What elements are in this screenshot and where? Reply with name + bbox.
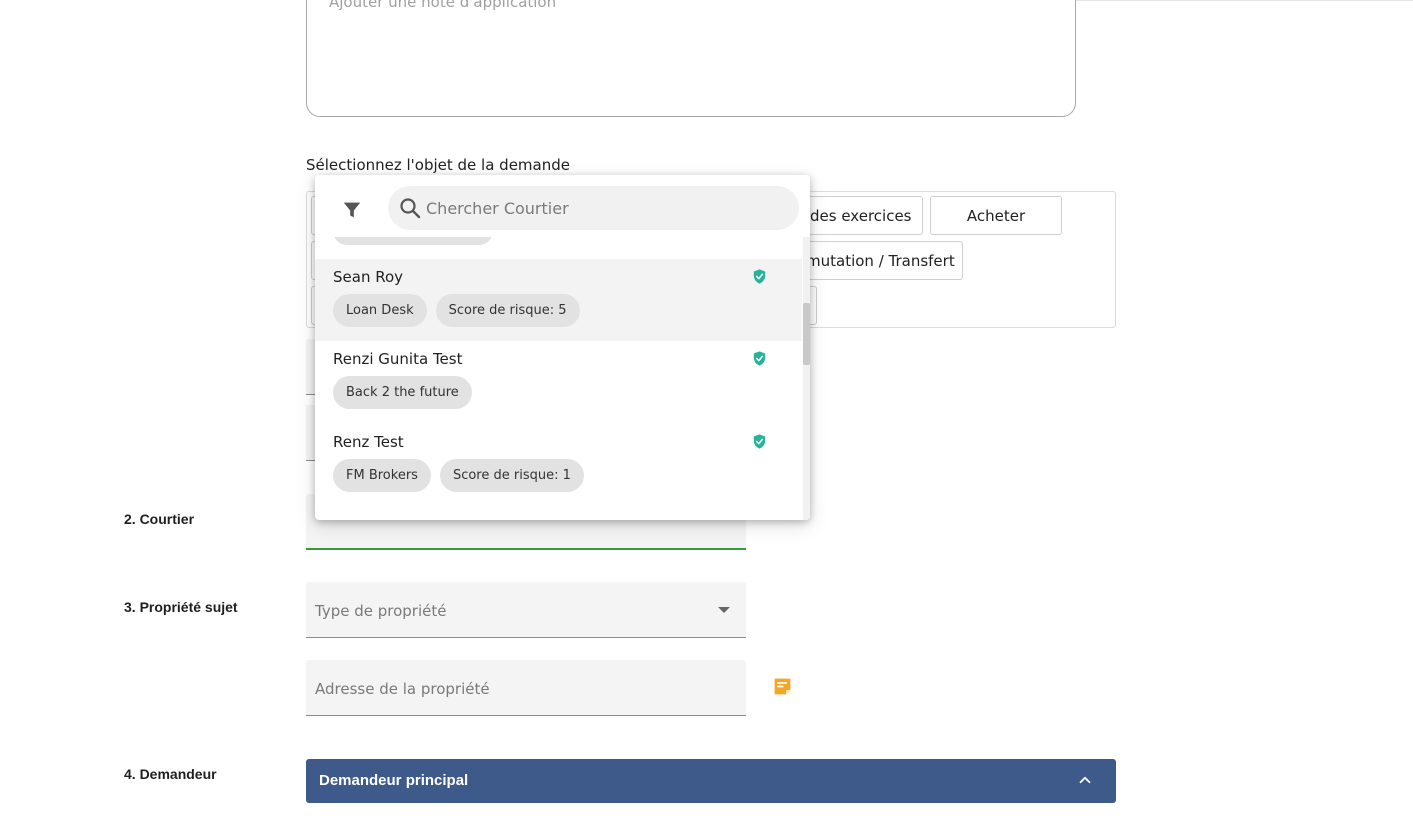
application-note-placeholder: Ajouter une note d'application [329, 0, 557, 11]
section-label-applicant: 4. Demandeur [124, 766, 217, 782]
filter-icon[interactable] [341, 199, 363, 221]
broker-dropdown: Sean Roy Loan Desk Score de risque: 5 Re… [315, 175, 810, 520]
broker-chips: FM Brokers Score de risque: 1 [333, 459, 584, 492]
broker-chips: Back 2 the future [333, 376, 472, 409]
broker-list-scrollbar[interactable] [803, 237, 810, 520]
list-item-chip-partial [333, 237, 493, 245]
purpose-option-exercises[interactable]: des exercices [797, 196, 923, 235]
broker-item-renzi-gunita-test[interactable]: Renzi Gunita Test Back 2 the future [315, 341, 802, 423]
broker-dropdown-header [315, 175, 810, 237]
purpose-option-transfer[interactable]: mutation / Transfert [797, 241, 963, 280]
broker-search-box [388, 186, 799, 230]
purpose-label: Sélectionnez l'objet de la demande [306, 156, 570, 174]
property-address-input[interactable]: Adresse de la propriété [306, 660, 746, 716]
broker-chip: Score de risque: 1 [439, 459, 584, 492]
shield-check-icon [753, 434, 766, 449]
property-type-select[interactable]: Type de propriété [306, 582, 746, 638]
primary-applicant-title: Demandeur principal [319, 772, 469, 789]
broker-name: Renzi Gunita Test [333, 350, 463, 368]
shield-check-icon [753, 269, 766, 284]
top-divider [1076, 0, 1413, 1]
broker-list: Sean Roy Loan Desk Score de risque: 5 Re… [315, 237, 802, 520]
broker-chip: Loan Desk [333, 294, 427, 327]
broker-name: Sean Roy [333, 268, 404, 286]
broker-name: Renz Test [333, 433, 404, 451]
broker-search-input[interactable] [426, 186, 786, 230]
property-type-placeholder: Type de propriété [315, 602, 447, 620]
application-note-textarea[interactable]: Ajouter une note d'application [306, 0, 1076, 117]
purpose-option-exercises-label: des exercices [810, 206, 912, 225]
caret-down-icon [718, 607, 730, 613]
section-label-property: 3. Propriété sujet [124, 599, 238, 615]
broker-chip: FM Brokers [333, 459, 431, 492]
purpose-option-buy-label: Acheter [966, 206, 1026, 225]
shield-check-icon [753, 351, 766, 366]
search-icon [400, 198, 421, 219]
broker-item-sean-roy[interactable]: Sean Roy Loan Desk Score de risque: 5 [315, 259, 802, 341]
purpose-option-buy[interactable]: Acheter [930, 196, 1062, 235]
property-address-placeholder: Adresse de la propriété [315, 680, 490, 698]
broker-chip: Back 2 the future [333, 376, 472, 409]
sticky-note-icon[interactable] [772, 676, 793, 697]
broker-chips: Loan Desk Score de risque: 5 [333, 294, 580, 327]
purpose-option-transfer-label: mutation / Transfert [806, 251, 955, 270]
section-label-broker: 2. Courtier [124, 511, 195, 527]
primary-applicant-panel-header[interactable]: Demandeur principal [306, 759, 1116, 803]
scrollbar-thumb[interactable] [803, 303, 810, 365]
chevron-up-icon[interactable] [1076, 771, 1094, 789]
broker-item-renz-test[interactable]: Renz Test FM Brokers Score de risque: 1 [315, 424, 802, 506]
broker-chip: Score de risque: 5 [435, 294, 580, 327]
